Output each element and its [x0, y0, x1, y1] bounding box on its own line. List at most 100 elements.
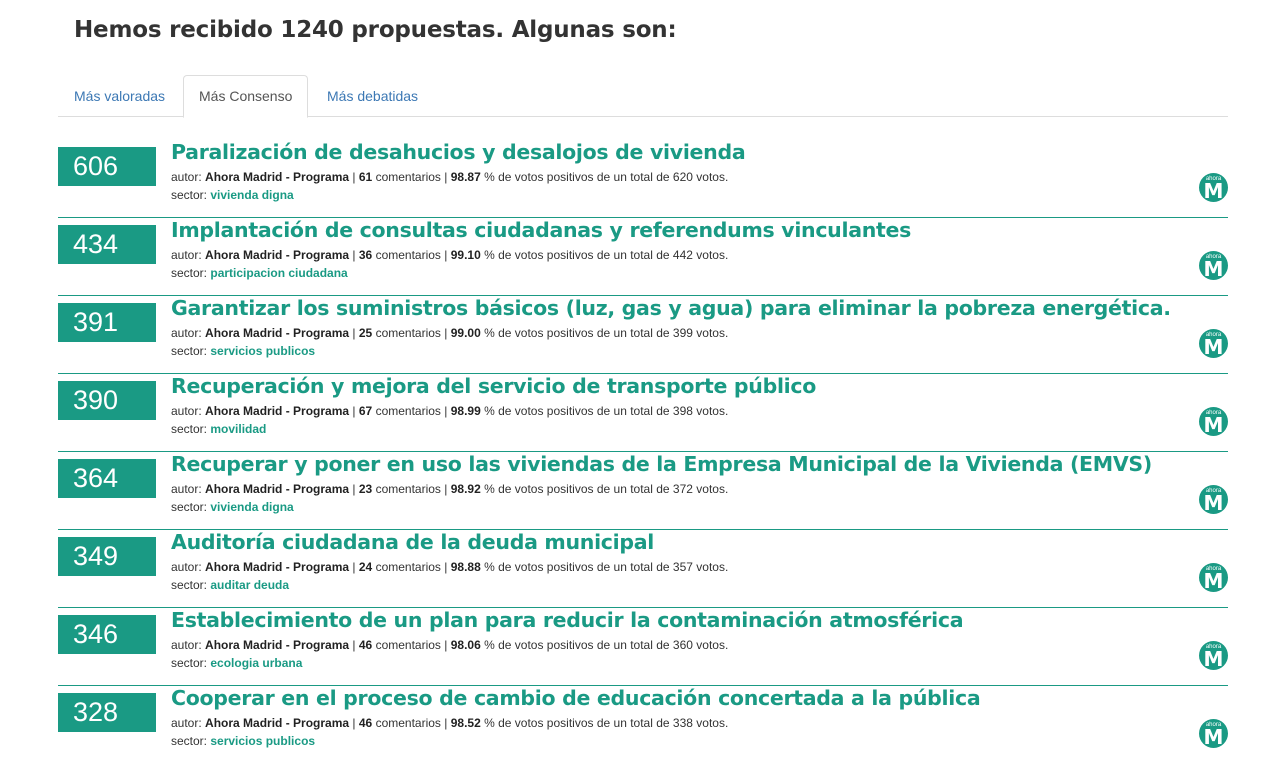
sector-link[interactable]: participacion ciudadana — [210, 266, 347, 280]
votes-word: votos. — [696, 638, 729, 652]
total-votes: 357 — [672, 560, 693, 574]
comments-label: comentarios — [375, 404, 441, 418]
author-name: Ahora Madrid - Programa — [205, 404, 350, 418]
sector-link[interactable]: movilidad — [210, 422, 266, 436]
logo-m-letter: M — [1203, 491, 1224, 515]
sector-label: sector: — [171, 266, 208, 280]
author-name: Ahora Madrid - Programa — [205, 638, 350, 652]
pct-text: % de votos positivos de un total de — [484, 170, 670, 184]
sector-link[interactable]: servicios publicos — [210, 344, 315, 358]
logo-m-letter: M — [1203, 647, 1224, 671]
sector-label: sector: — [171, 578, 208, 592]
votes-word: votos. — [696, 482, 729, 496]
sector-label: sector: — [171, 422, 208, 436]
ahora-madrid-logo-icon: ahora M — [1199, 563, 1228, 592]
proposal-sector: sector: auditar deuda — [171, 578, 289, 592]
sector-link[interactable]: vivienda digna — [210, 188, 293, 202]
author-label: autor: — [171, 560, 202, 574]
author-name: Ahora Madrid - Programa — [205, 170, 350, 184]
total-votes: 399 — [672, 326, 693, 340]
proposal-item: 364 Recuperar y poner en uso las viviend… — [58, 452, 1228, 530]
ahora-madrid-logo-icon: ahora M — [1199, 485, 1228, 514]
sector-label: sector: — [171, 734, 208, 748]
ahora-madrid-logo-icon: ahora M — [1199, 251, 1228, 280]
proposal-title-link[interactable]: Recuperación y mejora del servicio de tr… — [171, 374, 816, 398]
positive-pct: 98.52 — [450, 716, 481, 730]
proposal-meta: autor: Ahora Madrid - Programa | 24 come… — [171, 560, 729, 574]
proposal-sector: sector: servicios publicos — [171, 734, 315, 748]
proposal-item: 346 Establecimiento de un plan para redu… — [58, 608, 1228, 686]
proposal-item: 390 Recuperación y mejora del servicio d… — [58, 374, 1228, 452]
page-title: Hemos recibido 1240 propuestas. Algunas … — [74, 17, 677, 43]
total-votes: 360 — [672, 638, 693, 652]
proposal-sector: sector: movilidad — [171, 422, 266, 436]
sector-link[interactable]: servicios publicos — [210, 734, 315, 748]
author-name: Ahora Madrid - Programa — [205, 560, 350, 574]
positive-pct: 98.87 — [450, 170, 481, 184]
proposal-title-link[interactable]: Paralización de desahucios y desalojos d… — [171, 140, 746, 164]
pct-text: % de votos positivos de un total de — [484, 638, 670, 652]
sector-label: sector: — [171, 500, 208, 514]
logo-m-letter: M — [1203, 725, 1224, 749]
pct-text: % de votos positivos de un total de — [484, 560, 670, 574]
proposal-sector: sector: vivienda digna — [171, 500, 294, 514]
logo-m-letter: M — [1203, 179, 1224, 203]
proposal-title-link[interactable]: Garantizar los suministros básicos (luz,… — [171, 296, 1171, 320]
ahora-madrid-logo-icon: ahora M — [1199, 719, 1228, 748]
logo-m-letter: M — [1203, 413, 1224, 437]
proposal-meta: autor: Ahora Madrid - Programa | 46 come… — [171, 638, 729, 652]
comment-count: 46 — [358, 716, 373, 730]
author-name: Ahora Madrid - Programa — [205, 248, 350, 262]
proposal-title-link[interactable]: Recuperar y poner en uso las viviendas d… — [171, 452, 1152, 476]
vote-count-badge: 346 — [58, 615, 156, 654]
positive-pct: 98.92 — [450, 482, 481, 496]
sector-link[interactable]: auditar deuda — [210, 578, 289, 592]
ahora-madrid-logo-icon: ahora M — [1199, 329, 1228, 358]
proposal-title-link[interactable]: Implantación de consultas ciudadanas y r… — [171, 218, 911, 242]
proposal-title-link[interactable]: Auditoría ciudadana de la deuda municipa… — [171, 530, 654, 554]
proposal-meta: autor: Ahora Madrid - Programa | 25 come… — [171, 326, 729, 340]
vote-count-badge: 434 — [58, 225, 156, 264]
proposal-item: 328 Cooperar en el proceso de cambio de … — [58, 686, 1228, 758]
proposal-meta: autor: Ahora Madrid - Programa | 36 come… — [171, 248, 729, 262]
tab-mas-debatidas[interactable]: Más debatidas — [312, 75, 433, 117]
total-votes: 398 — [672, 404, 693, 418]
votes-word: votos. — [696, 170, 729, 184]
pct-text: % de votos positivos de un total de — [484, 716, 670, 730]
sector-label: sector: — [171, 344, 208, 358]
logo-m-letter: M — [1203, 569, 1224, 593]
sector-link[interactable]: vivienda digna — [210, 500, 293, 514]
ahora-madrid-logo-icon: ahora M — [1199, 641, 1228, 670]
vote-count-badge: 391 — [58, 303, 156, 342]
sector-link[interactable]: ecologia urbana — [210, 656, 302, 670]
votes-word: votos. — [696, 560, 729, 574]
pct-text: % de votos positivos de un total de — [484, 404, 670, 418]
proposal-meta: autor: Ahora Madrid - Programa | 67 come… — [171, 404, 729, 418]
comment-count: 67 — [358, 404, 373, 418]
positive-pct: 99.00 — [450, 326, 481, 340]
proposal-sector: sector: ecologia urbana — [171, 656, 302, 670]
author-label: autor: — [171, 404, 202, 418]
positive-pct: 98.06 — [450, 638, 481, 652]
proposal-meta: autor: Ahora Madrid - Programa | 61 come… — [171, 170, 729, 184]
comment-count: 25 — [358, 326, 373, 340]
tab-mas-consenso[interactable]: Más Consenso — [183, 75, 309, 118]
proposal-list: 606 Paralización de desahucios y desaloj… — [58, 140, 1228, 758]
pct-text: % de votos positivos de un total de — [484, 482, 670, 496]
pct-text: % de votos positivos de un total de — [484, 248, 670, 262]
proposal-title-link[interactable]: Cooperar en el proceso de cambio de educ… — [171, 686, 981, 710]
proposal-item: 349 Auditoría ciudadana de la deuda muni… — [58, 530, 1228, 608]
author-label: autor: — [171, 482, 202, 496]
author-name: Ahora Madrid - Programa — [205, 482, 350, 496]
proposal-sector: sector: participacion ciudadana — [171, 266, 348, 280]
comments-label: comentarios — [375, 560, 441, 574]
vote-count-badge: 390 — [58, 381, 156, 420]
total-votes: 620 — [672, 170, 693, 184]
sector-label: sector: — [171, 656, 208, 670]
proposal-title-link[interactable]: Establecimiento de un plan para reducir … — [171, 608, 964, 632]
vote-count-badge: 328 — [58, 693, 156, 732]
proposal-meta: autor: Ahora Madrid - Programa | 46 come… — [171, 716, 729, 730]
tab-mas-valoradas[interactable]: Más valoradas — [59, 75, 180, 117]
comment-count: 23 — [358, 482, 373, 496]
total-votes: 372 — [672, 482, 693, 496]
